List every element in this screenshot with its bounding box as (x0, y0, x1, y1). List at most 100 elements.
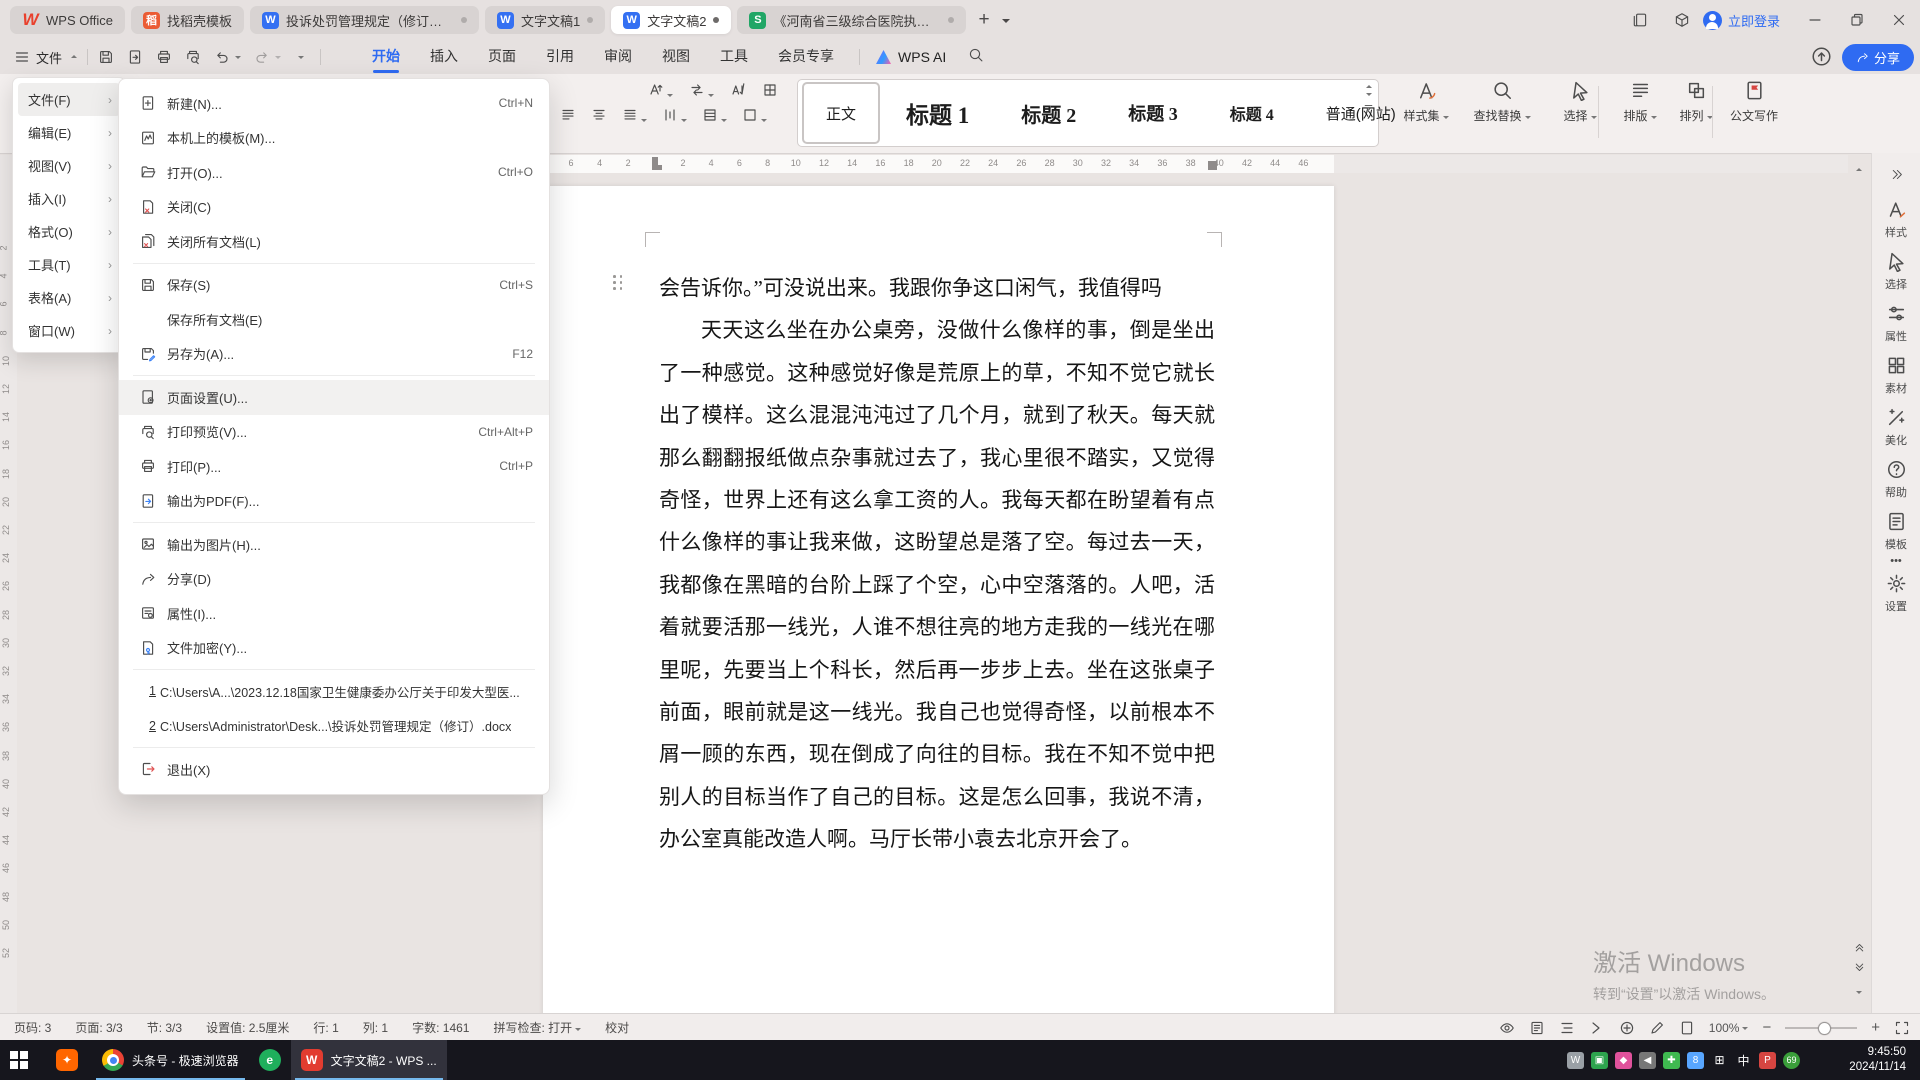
file-menu-item[interactable]: 输出为PDF(F)... (119, 484, 549, 519)
format-icon[interactable] (730, 82, 746, 103)
search-icon[interactable] (968, 47, 984, 68)
previous-page-button[interactable] (1850, 937, 1868, 955)
style-item[interactable]: 标题 3 (1102, 84, 1204, 142)
file-menu-item[interactable]: 输出为图片(H)... (119, 527, 549, 562)
ribbon-tab-插入[interactable]: 插入 (415, 40, 473, 74)
format-icon[interactable] (622, 107, 647, 128)
paragraph-drag-handle[interactable] (613, 275, 624, 291)
style-item[interactable]: 标题 4 (1204, 84, 1300, 142)
ribbon-button-查找替换[interactable]: 查找替换 (1470, 80, 1534, 124)
file-menu-item[interactable]: 关闭(C) (119, 190, 549, 225)
panel-item-样式[interactable]: 样式 (1872, 199, 1920, 240)
file-menu-item[interactable]: 关闭所有文档(L) (119, 224, 549, 259)
ribbon-tab-工具[interactable]: 工具 (705, 40, 763, 74)
wps-ai-button[interactable]: WPS AI (876, 49, 946, 65)
file-menu-item[interactable]: 新建(N)...Ctrl+N (119, 86, 549, 121)
cube-icon[interactable] (1661, 0, 1703, 40)
file-menu-item[interactable]: 属性(I)... (119, 596, 549, 631)
tab-chip[interactable]: W投诉处罚管理规定（修订）.docx (250, 6, 479, 34)
close-button[interactable] (1878, 0, 1920, 40)
menu-item-插入(I)[interactable]: 插入(I)› (18, 182, 120, 215)
taskbar-app[interactable]: W文字文稿2 - WPS ... (291, 1040, 447, 1080)
menu-item-窗口(W)[interactable]: 窗口(W)› (18, 314, 120, 347)
panel-item-选择[interactable]: 选择 (1872, 251, 1920, 292)
tray-icon[interactable]: ▣ (1591, 1052, 1608, 1069)
tray-icon[interactable]: ◆ (1615, 1052, 1632, 1069)
save-button[interactable] (98, 49, 114, 65)
reading-mode-icon[interactable] (1499, 1020, 1515, 1036)
outline-view-icon[interactable] (1559, 1020, 1575, 1036)
file-menu-item[interactable]: 保存所有文档(E) (119, 302, 549, 337)
tray-icon[interactable]: 中 (1735, 1052, 1752, 1069)
panel-item-模板[interactable]: 模板 (1872, 511, 1920, 552)
export-pdf-button[interactable] (127, 49, 143, 65)
tray-icon[interactable]: ✚ (1663, 1052, 1680, 1069)
tab-list-caret-icon[interactable] (1002, 19, 1010, 27)
vertical-scrollbar[interactable] (1850, 155, 1868, 1013)
exit-menu-item[interactable]: 退出(X) (119, 752, 549, 787)
tray-icon[interactable]: W (1567, 1052, 1584, 1069)
ribbon-tab-审阅[interactable]: 审阅 (589, 40, 647, 74)
style-item[interactable]: 标题 1 (880, 84, 995, 142)
ribbon-button-选择[interactable]: 选择 (1548, 80, 1612, 124)
pen-icon[interactable] (1649, 1020, 1665, 1036)
ribbon-tab-会员专享[interactable]: 会员专享 (763, 40, 849, 74)
stack-windows-icon[interactable] (1619, 0, 1661, 40)
taskbar-clock[interactable]: 9:45:50 2024/11/14 (1849, 1040, 1906, 1080)
scroll-up-icon[interactable] (1850, 161, 1868, 179)
share-button[interactable]: 分享 (1842, 44, 1914, 71)
file-menu-item[interactable]: 打印(P)...Ctrl+P (119, 449, 549, 484)
web-view-icon[interactable] (1589, 1020, 1605, 1036)
menu-item-编辑(E)[interactable]: 编辑(E)› (18, 116, 120, 149)
panel-item-素材[interactable]: 素材 (1872, 355, 1920, 396)
fit-page-icon[interactable] (1679, 1020, 1695, 1036)
format-icon[interactable] (689, 82, 714, 103)
format-icon[interactable] (742, 107, 767, 128)
print-button[interactable] (156, 49, 172, 65)
file-menu-item[interactable]: 打印预览(V)...Ctrl+Alt+P (119, 415, 549, 450)
panel-item-属性[interactable]: 属性 (1872, 303, 1920, 344)
style-item[interactable]: 正文 (802, 82, 880, 144)
zoom-tool-icon[interactable] (1619, 1020, 1635, 1036)
style-item[interactable]: 标题 2 (995, 84, 1102, 142)
recent-file-item[interactable]: 1C:\Users\A...\2023.12.18国家卫生健康委办公厅关于印发大… (119, 674, 549, 709)
indent-marker[interactable] (1208, 161, 1217, 170)
tray-icon[interactable]: 69 (1783, 1052, 1800, 1069)
collapse-panel-icon[interactable] (1887, 165, 1905, 183)
ribbon-tab-页面[interactable]: 页面 (473, 40, 531, 74)
tab-chip[interactable]: 稻找稻壳模板 (131, 6, 244, 34)
file-menu-item[interactable]: 保存(S)Ctrl+S (119, 268, 549, 303)
print-preview-button[interactable] (185, 49, 201, 65)
zoom-level-button[interactable]: 100% (1709, 1021, 1749, 1035)
menu-item-格式(O)[interactable]: 格式(O)› (18, 215, 120, 248)
menu-item-工具(T)[interactable]: 工具(T)› (18, 248, 120, 281)
file-menu-item[interactable]: 分享(D) (119, 562, 549, 597)
ribbon-button-排版[interactable]: 排版 (1608, 80, 1672, 124)
file-menu-item[interactable]: 本机上的模板(M)... (119, 121, 549, 156)
tray-icon[interactable]: 8 (1687, 1052, 1704, 1069)
spellcheck-toggle[interactable]: 拼写检查: 打开 (493, 1019, 581, 1036)
minimize-button[interactable] (1794, 0, 1836, 40)
page-view-icon[interactable] (1529, 1020, 1545, 1036)
file-menu-button[interactable]: 文件 (14, 48, 77, 67)
file-menu-item[interactable]: 页面设置(U)... (119, 380, 549, 415)
gallery-up-icon[interactable] (1366, 82, 1372, 88)
ribbon-tab-引用[interactable]: 引用 (531, 40, 589, 74)
ribbon-button-排列[interactable]: 排列 (1664, 80, 1728, 124)
format-icon[interactable] (591, 107, 607, 128)
next-page-button[interactable] (1850, 959, 1868, 977)
format-icon[interactable] (762, 82, 778, 103)
tab-chip[interactable]: WWPS Office (10, 6, 125, 34)
ribbon-tab-视图[interactable]: 视图 (647, 40, 705, 74)
format-icon[interactable] (662, 107, 687, 128)
panel-more-icon[interactable]: ••• (1872, 555, 1920, 567)
taskbar-app[interactable]: 头条号 - 极速浏览器 (92, 1040, 249, 1080)
format-icon[interactable] (702, 107, 727, 128)
recent-file-item[interactable]: 2C:\Users\Administrator\Desk...\投诉处罚管理规定… (119, 709, 549, 744)
restore-button[interactable] (1836, 0, 1878, 40)
start-button[interactable] (0, 1040, 38, 1080)
tab-chip[interactable]: W文字文稿1 (485, 6, 605, 34)
ribbon-tab-开始[interactable]: 开始 (357, 40, 415, 74)
fullscreen-icon[interactable] (1894, 1020, 1910, 1036)
indent-marker[interactable] (652, 165, 662, 170)
